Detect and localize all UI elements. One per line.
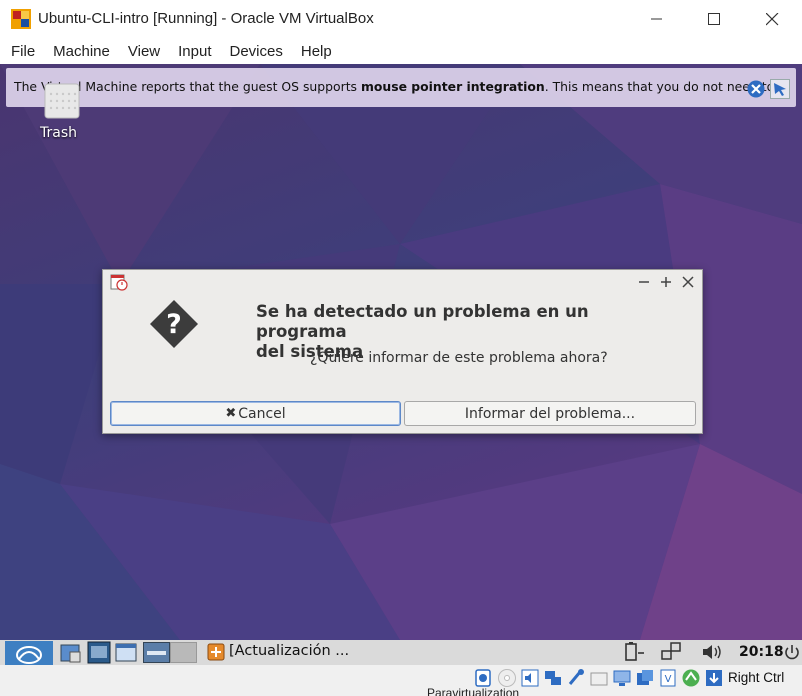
mouse-integration-notification: The Virtual Machine reports that the gue… [6, 68, 796, 107]
notification-text-bold: mouse pointer integration [360, 79, 545, 94]
maximize-icon [707, 12, 720, 25]
workspace-2[interactable] [170, 642, 197, 663]
cancel-label: Cancel [238, 405, 286, 422]
volume-icon[interactable] [701, 643, 723, 661]
minimize-icon [651, 18, 662, 20]
dialog-maximize-icon[interactable] [660, 276, 672, 288]
taskbar-task-update[interactable]: [Actualización ... [229, 643, 349, 659]
video-capture-icon[interactable] [635, 668, 655, 688]
network-icon[interactable] [660, 641, 682, 663]
cancel-x-icon: ✖ [225, 406, 237, 421]
dialog-close-icon[interactable] [682, 276, 694, 288]
clock[interactable]: 20:18 [739, 644, 784, 660]
dialog-heading-line1: Se ha detectado un problema en un progra… [256, 302, 589, 341]
menu-help[interactable]: Help [301, 43, 332, 60]
menu-machine[interactable]: Machine [53, 43, 110, 60]
start-menu-icon[interactable] [5, 641, 53, 665]
report-problem-button[interactable]: Informar del problema... [404, 401, 696, 426]
guest-taskbar: [Actualización ... 20:18 [0, 640, 802, 665]
menubar: File Machine View Input Devices Help [0, 38, 802, 64]
report-label: Informar del problema... [464, 405, 636, 422]
menu-view[interactable]: View [128, 43, 160, 60]
virtualization-icon[interactable]: V [658, 668, 678, 688]
network-adapter-icon[interactable] [543, 668, 563, 688]
virtualbox-statusbar: V Right Ctrl Paravirtualization [0, 665, 802, 696]
trash-icon[interactable] [42, 78, 92, 120]
display-icon[interactable] [612, 668, 632, 688]
update-manager-icon [207, 643, 225, 661]
app-crash-icon [110, 274, 128, 291]
cancel-button[interactable]: ✖ Cancel [110, 401, 401, 426]
vm-desktop[interactable]: The Virtual Machine reports that the gue… [0, 64, 802, 640]
window-title: Ubuntu-CLI-intro [Running] - Oracle VM V… [38, 10, 374, 27]
svg-text:?: ? [166, 309, 182, 340]
minimize-button[interactable] [634, 4, 680, 34]
close-notification-icon[interactable] [747, 80, 765, 98]
window-titlebar: Ubuntu-CLI-intro [Running] - Oracle VM V… [0, 0, 802, 38]
close-button[interactable] [749, 4, 795, 34]
audio-icon[interactable] [520, 668, 540, 688]
workspace-switcher[interactable] [143, 642, 197, 663]
notification-text-after: . This means that you do not need to [544, 79, 775, 94]
menu-input[interactable]: Input [178, 43, 211, 60]
file-manager-icon[interactable] [60, 642, 82, 663]
show-desktop-icon[interactable] [87, 641, 111, 664]
partial-background-text: Paravirtualization [427, 686, 520, 696]
shared-folders-icon[interactable] [589, 668, 609, 688]
question-icon: ? [150, 300, 198, 348]
dialog-question: ¿Quiere informar de este problema ahora? [310, 350, 608, 366]
trash-label: Trash [40, 125, 77, 141]
host-key-label: Right Ctrl [728, 670, 785, 685]
menu-devices[interactable]: Devices [230, 43, 283, 60]
power-indicator-icon[interactable] [622, 641, 646, 664]
dialog-titlebar [103, 270, 702, 294]
mouse-integration-icon[interactable] [770, 79, 790, 99]
usb-icon[interactable] [566, 668, 586, 688]
session-power-icon[interactable] [784, 643, 800, 662]
window-icon[interactable] [115, 642, 137, 663]
svg-text:V: V [665, 674, 672, 685]
menu-file[interactable]: File [11, 43, 35, 60]
dialog-minimize-icon[interactable] [638, 276, 650, 288]
virtualbox-icon [11, 9, 31, 29]
problem-report-dialog: ? Se ha detectado un problema en un prog… [102, 269, 703, 434]
maximize-button[interactable] [691, 4, 737, 34]
close-icon [765, 12, 778, 25]
mouse-integration-status-icon[interactable] [681, 668, 701, 688]
workspace-1[interactable] [143, 642, 170, 663]
keyboard-capture-icon[interactable] [704, 668, 724, 688]
